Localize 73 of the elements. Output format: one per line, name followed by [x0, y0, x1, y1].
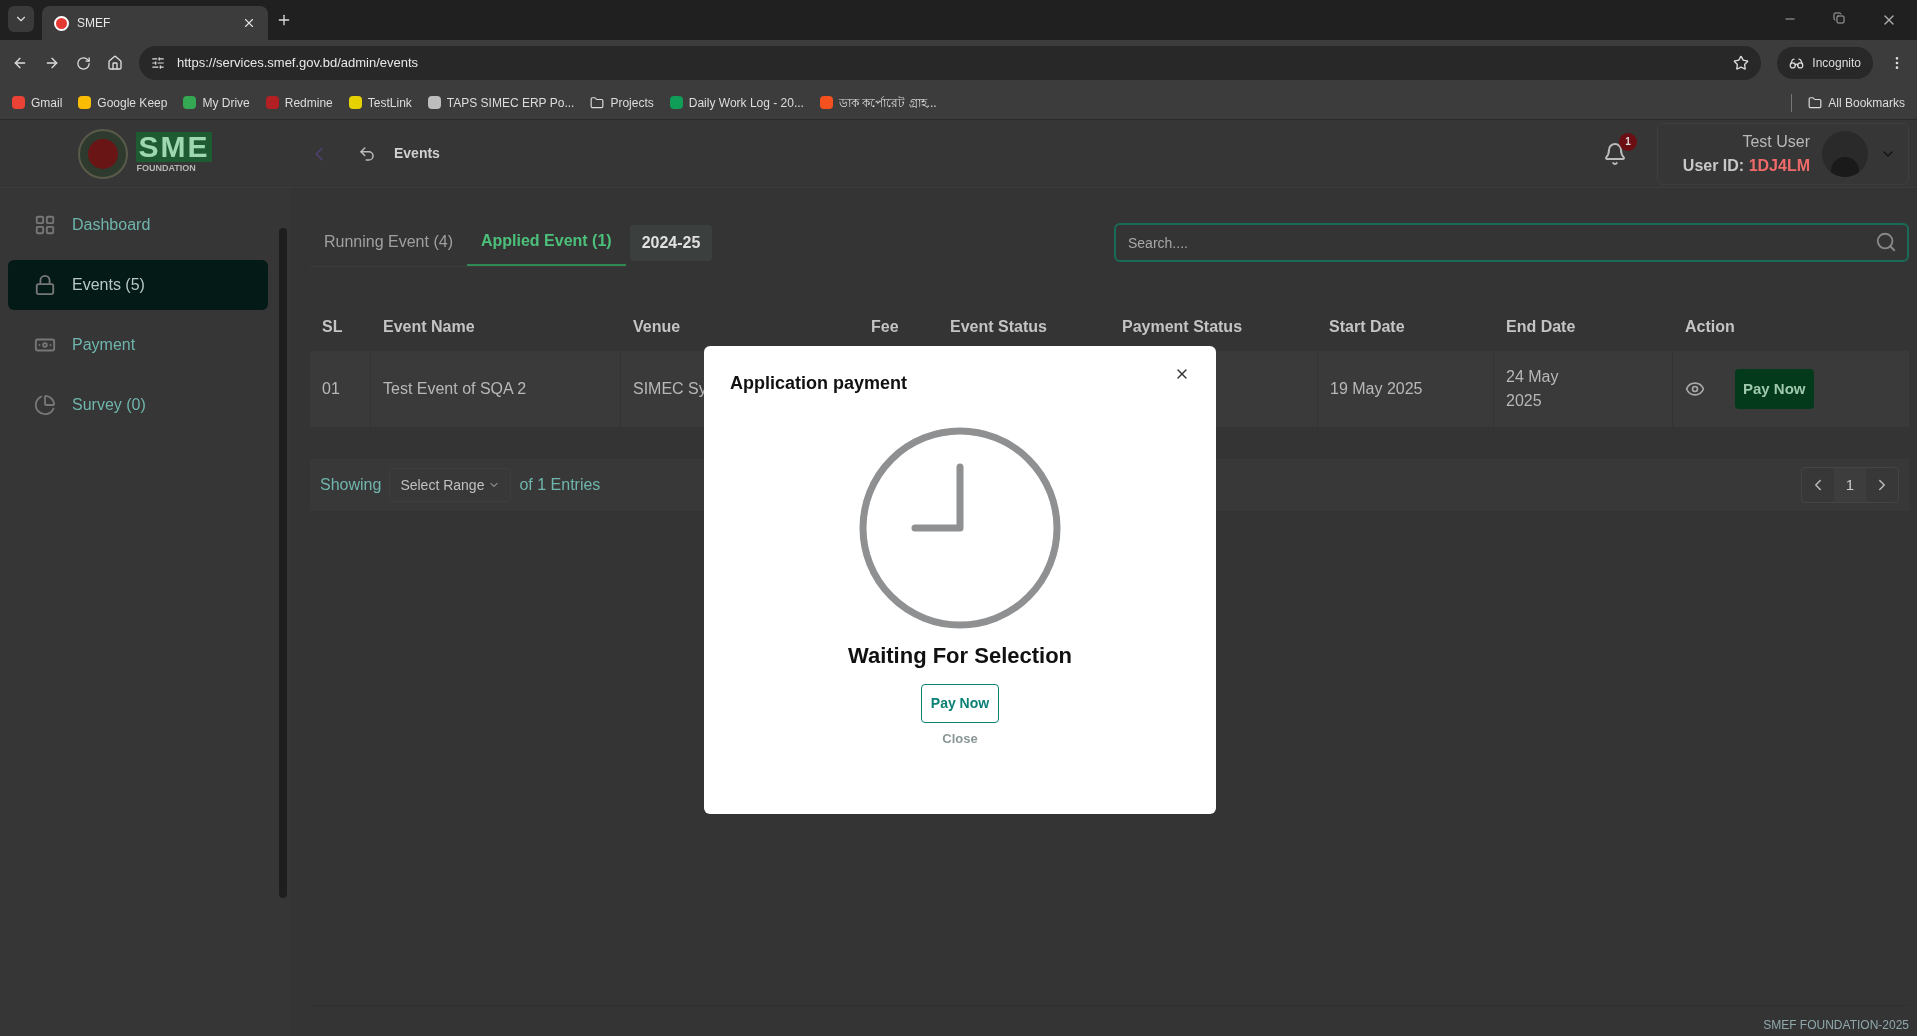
- pay-now-button[interactable]: Pay Now: [1735, 369, 1814, 409]
- address-bar[interactable]: https://services.smef.gov.bd/admin/events: [139, 46, 1762, 80]
- tab-list-button[interactable]: [8, 6, 34, 32]
- menu-item-icon: [34, 274, 56, 296]
- search-icon: [1875, 231, 1897, 253]
- footer-text: SMEF FOUNDATION-2025: [1763, 1017, 1909, 1034]
- back-icon[interactable]: [358, 144, 376, 163]
- column-header: SL: [321, 317, 344, 337]
- user-menu[interactable]: Test User User ID: 1DJ4LM: [1657, 122, 1909, 185]
- dialog-title: Application payment: [730, 372, 908, 395]
- menu-item-icon: [34, 394, 56, 416]
- entries-label: of 1 Entries: [519, 475, 601, 495]
- table-cell: Test Event of SQA 2: [371, 351, 621, 427]
- incognito-chip[interactable]: Incognito: [1777, 47, 1873, 79]
- event-tab[interactable]: Running Event (4): [310, 218, 467, 266]
- user-id: User ID: 1DJ4LM: [1682, 155, 1810, 176]
- bookmark-item[interactable]: Daily Work Log - 20...: [669, 93, 804, 112]
- pay-now-button[interactable]: Pay Now: [920, 684, 1000, 723]
- forward-icon[interactable]: [44, 55, 60, 71]
- tab-title: SMEF: [77, 15, 112, 32]
- bookmark-item[interactable]: Google Keep: [78, 93, 168, 112]
- notification-bell-icon[interactable]: [1603, 141, 1627, 166]
- folder-icon: [1808, 95, 1823, 110]
- range-select[interactable]: Select Range: [389, 468, 512, 502]
- folder-icon: [590, 95, 605, 110]
- all-bookmarks-item[interactable]: All Bookmarks: [1808, 93, 1905, 112]
- column-header: Venue: [632, 317, 682, 337]
- bookmark-item[interactable]: My Drive: [183, 93, 250, 112]
- column-header: Event Name: [382, 317, 476, 337]
- column-header: Fee: [870, 317, 900, 337]
- bookmark-item[interactable]: Gmail: [12, 93, 63, 112]
- table-cell: 24 May 2025: [1494, 351, 1673, 427]
- page-button[interactable]: 1: [1834, 468, 1866, 502]
- view-icon[interactable]: [1685, 379, 1705, 399]
- reload-icon[interactable]: [76, 55, 91, 71]
- sidebar-item[interactable]: Dashboard: [8, 200, 268, 250]
- table-cell: 19 May 2025: [1317, 351, 1494, 427]
- page-title: Events: [394, 144, 440, 163]
- home-icon[interactable]: [107, 55, 123, 71]
- clock-icon: [859, 427, 1061, 629]
- column-header: Start Date: [1328, 317, 1406, 337]
- favicon-icon: [54, 15, 69, 31]
- status-text: Waiting For Selection: [847, 642, 1073, 670]
- bookmark-item[interactable]: Redmine: [265, 93, 333, 112]
- back-icon[interactable]: [12, 55, 28, 71]
- url-text: https://services.smef.gov.bd/admin/events: [177, 54, 420, 73]
- bookmark-item[interactable]: Projects: [590, 93, 654, 112]
- new-tab-icon[interactable]: [276, 12, 292, 28]
- notification-badge: 1: [1619, 132, 1637, 151]
- restore-icon[interactable]: [1833, 12, 1845, 24]
- user-name: Test User: [1742, 131, 1810, 152]
- sidebar-item[interactable]: Payment: [8, 320, 268, 370]
- column-header: End Date: [1505, 317, 1577, 337]
- event-tab[interactable]: Applied Event (1): [466, 218, 626, 266]
- bookmark-item[interactable]: TAPS SIMEC ERP Po...: [427, 93, 575, 112]
- column-header: Event Status: [949, 317, 1048, 337]
- close-icon[interactable]: [242, 16, 256, 30]
- table-cell: 01: [310, 351, 371, 427]
- bookmark-star-icon[interactable]: [1733, 55, 1750, 71]
- showing-label: Showing: [320, 475, 382, 495]
- year-badge: 2024-25: [629, 224, 713, 261]
- sidebar-item[interactable]: Survey (0): [8, 380, 268, 430]
- bookmark-item[interactable]: ডাক কর্পোরেট গ্রাহ...: [819, 93, 937, 112]
- browser-tab[interactable]: SMEF: [42, 6, 268, 40]
- bookmark-item[interactable]: TestLink: [348, 93, 412, 112]
- search-field[interactable]: Search....: [1114, 223, 1909, 262]
- avatar: [1822, 130, 1868, 177]
- profile-label: Incognito: [1812, 55, 1861, 72]
- column-header: Action: [1684, 317, 1736, 337]
- sidebar-item[interactable]: Events (5): [8, 260, 268, 310]
- column-header: Payment Status: [1121, 317, 1244, 337]
- site-info-icon[interactable]: [151, 56, 165, 70]
- menu-item-icon: [34, 214, 56, 236]
